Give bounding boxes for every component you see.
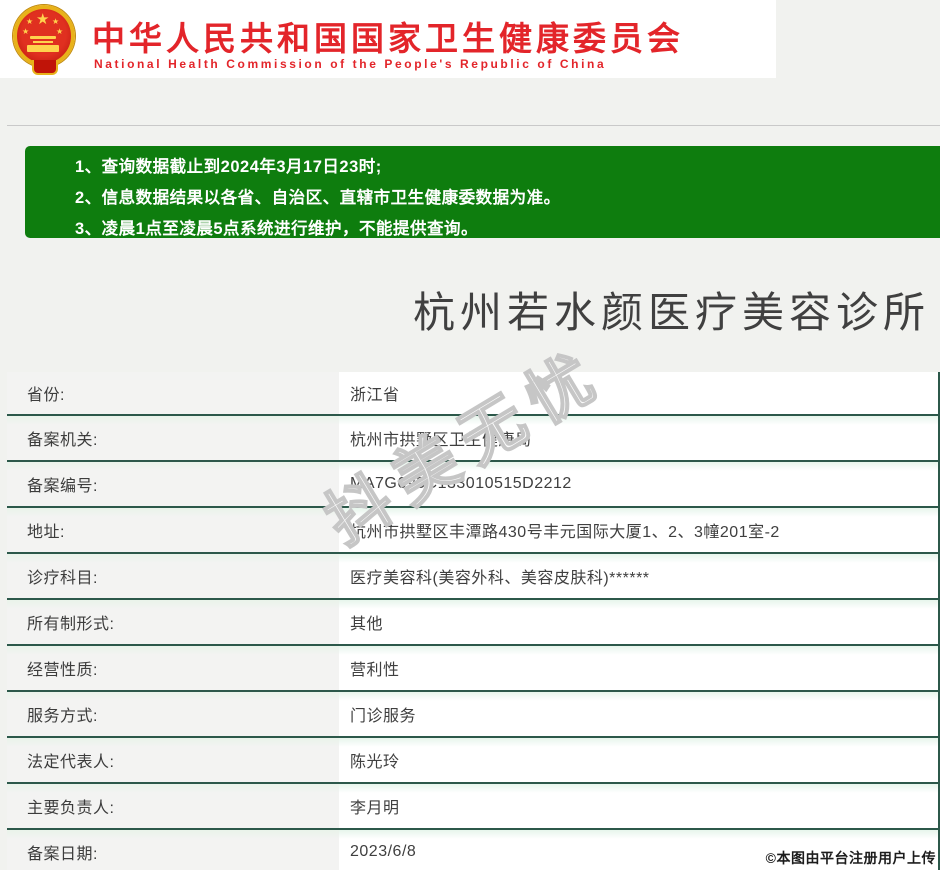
org-title-cn: 中华人民共和国国家卫生健康委员会 — [92, 12, 684, 60]
row-label: 备案机关: — [7, 416, 339, 460]
upload-attribution-note: ©本图由平台注册用户上传 — [766, 848, 936, 868]
nhc-record-query-page: ★ ★ ★ ★ ★ 中华人民共和国国家卫生健康委员会 National Heal… — [0, 0, 940, 870]
query-notice-box: 1、查询数据截止到2024年3月17日23时;2、信息数据结果以各省、自治区、直… — [25, 146, 940, 238]
table-row: 经营性质: 营利性 — [7, 644, 938, 690]
row-label: 诊疗科目: — [7, 554, 339, 598]
row-label: 服务方式: — [7, 692, 339, 736]
row-value: 李月明 — [339, 784, 938, 828]
row-value: 其他 — [339, 600, 938, 644]
table-row: 法定代表人: 陈光玲 — [7, 736, 938, 782]
emblem-gate-icon — [30, 36, 56, 39]
prc-national-emblem-icon: ★ ★ ★ ★ ★ — [10, 2, 76, 77]
record-info-table: 省份: 浙江省 备案机关: 杭州市拱墅区卫生健康局 备案编号: MA7G695C… — [7, 372, 940, 870]
clinic-name-title: 杭州若水颜医疗美容诊所 — [413, 279, 930, 340]
table-row: 诊疗科目: 医疗美容科(美容外科、美容皮肤科)****** — [7, 552, 938, 598]
row-value: 杭州市拱墅区丰潭路430号丰元国际大厦1、2、3幢201室-2 — [339, 508, 938, 552]
row-value: MA7G695C133010515D2212 — [339, 462, 938, 506]
emblem-star-icon: ★ — [22, 28, 29, 36]
row-label: 法定代表人: — [7, 738, 339, 782]
row-value: 医疗美容科(美容外科、美容皮肤科)****** — [339, 554, 938, 598]
emblem-star-icon: ★ — [56, 28, 63, 36]
emblem-star-icon: ★ — [52, 18, 59, 26]
org-title-en: National Health Commission of the People… — [94, 57, 606, 71]
notice-line: 2、信息数据结果以各省、自治区、直辖市卫生健康委数据为准。 — [75, 183, 940, 214]
emblem-gate-icon — [27, 45, 59, 52]
site-header: ★ ★ ★ ★ ★ 中华人民共和国国家卫生健康委员会 National Heal… — [0, 0, 776, 78]
emblem-tassel — [32, 60, 58, 75]
table-row: 主要负责人: 李月明 — [7, 782, 938, 828]
table-row: 所有制形式: 其他 — [7, 598, 938, 644]
emblem-star-icon: ★ — [36, 12, 49, 27]
emblem-gate-icon — [33, 41, 53, 43]
row-label: 主要负责人: — [7, 784, 339, 828]
row-label: 备案编号: — [7, 462, 339, 506]
notice-line: 1、查询数据截止到2024年3月17日23时; — [75, 152, 940, 183]
table-row: 地址: 杭州市拱墅区丰潭路430号丰元国际大厦1、2、3幢201室-2 — [7, 506, 938, 552]
row-label: 省份: — [7, 372, 339, 414]
row-label: 经营性质: — [7, 646, 339, 690]
row-label: 备案日期: — [7, 830, 339, 870]
horizontal-divider — [7, 125, 940, 126]
emblem-star-icon: ★ — [26, 18, 33, 26]
table-row: 备案编号: MA7G695C133010515D2212 — [7, 460, 938, 506]
row-value: 浙江省 — [339, 372, 938, 414]
table-row: 备案机关: 杭州市拱墅区卫生健康局 — [7, 414, 938, 460]
row-value: 杭州市拱墅区卫生健康局 — [339, 416, 938, 460]
notice-line: 3、凌晨1点至凌晨5点系统进行维护，不能提供查询。 — [75, 214, 940, 245]
row-value: 门诊服务 — [339, 692, 938, 736]
table-row: 省份: 浙江省 — [7, 372, 938, 414]
row-value: 营利性 — [339, 646, 938, 690]
row-label: 地址: — [7, 508, 339, 552]
row-value: 陈光玲 — [339, 738, 938, 782]
row-label: 所有制形式: — [7, 600, 339, 644]
table-row: 服务方式: 门诊服务 — [7, 690, 938, 736]
